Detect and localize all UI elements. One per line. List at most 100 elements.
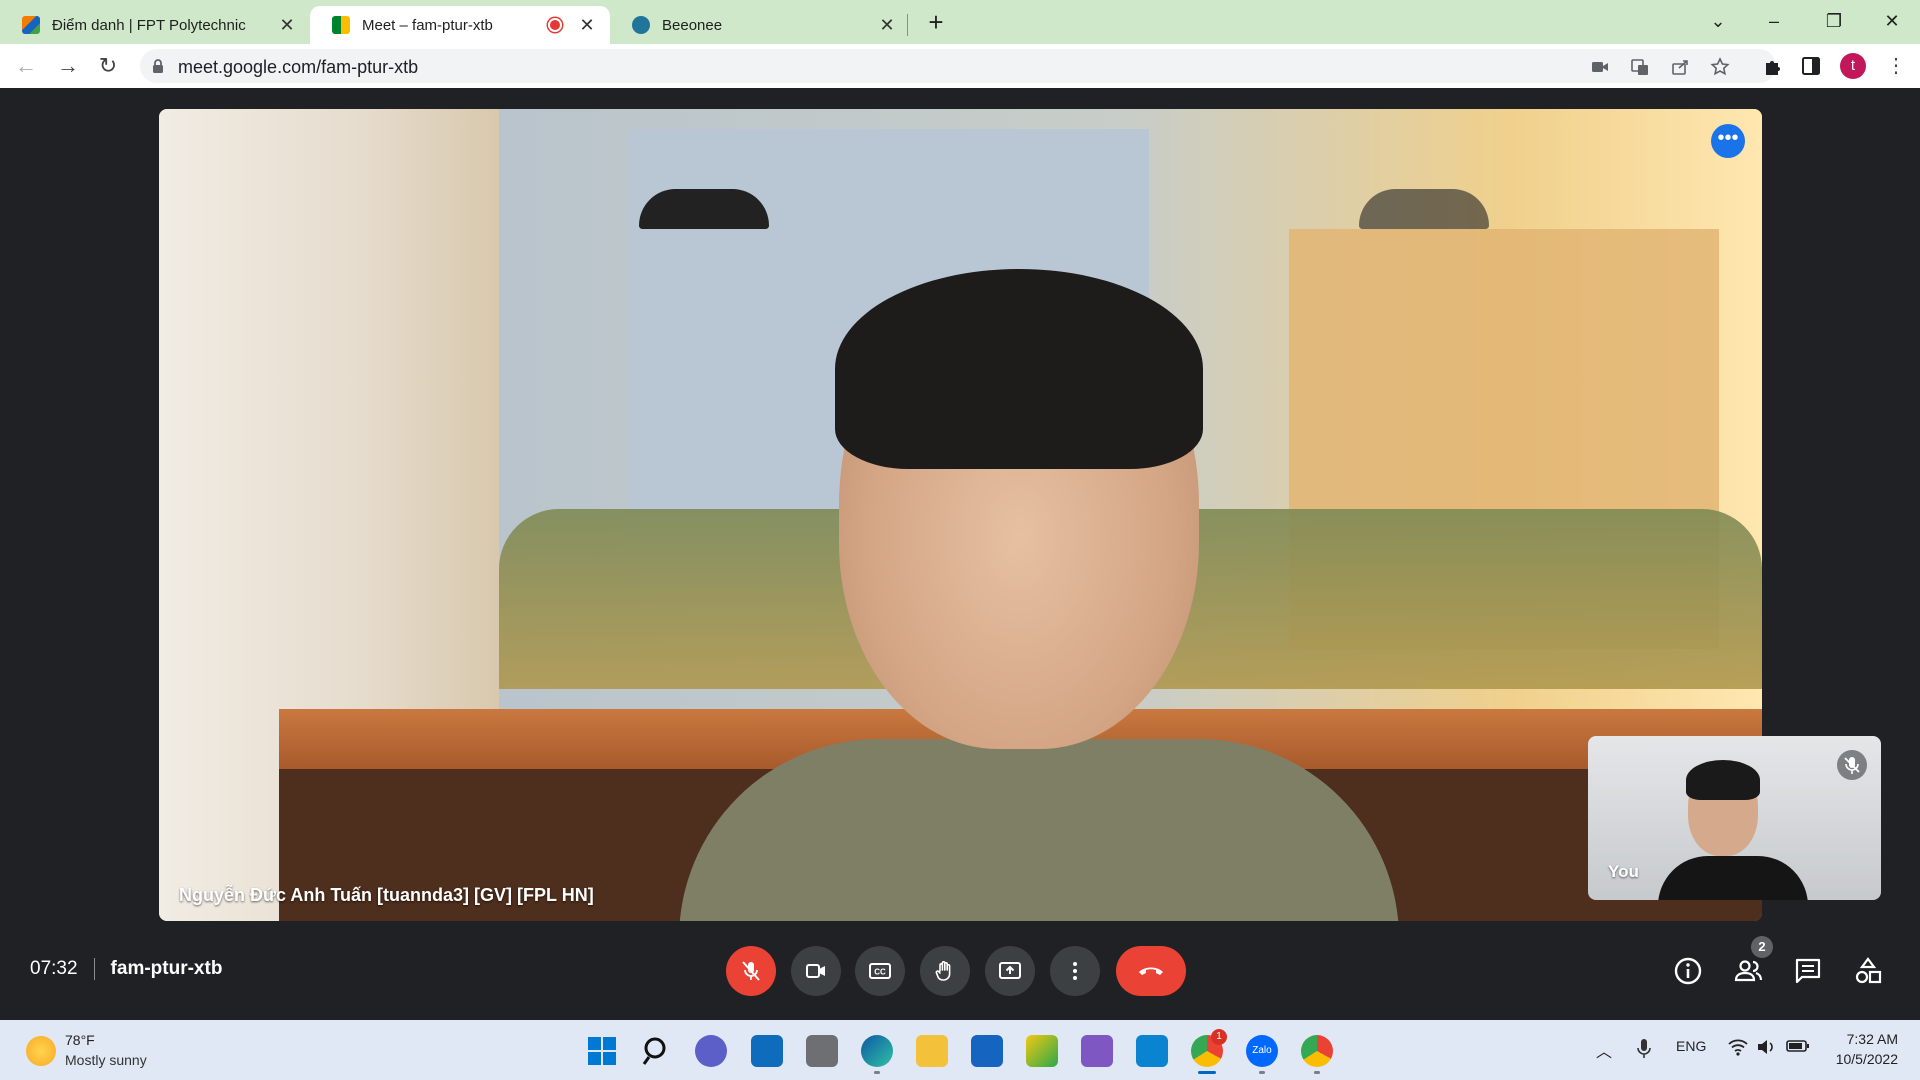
snipping-tool-icon[interactable]: [1026, 1035, 1058, 1067]
meeting-code: fam-ptur-xtb: [110, 958, 223, 979]
language-indicator[interactable]: ENG: [1676, 1038, 1706, 1054]
windows-start-icon[interactable]: [586, 1035, 618, 1067]
meet-favicon-icon: [332, 16, 350, 34]
close-icon[interactable]: ✕: [876, 14, 898, 36]
tab-meet[interactable]: Meet – fam-ptur-xtb ✕: [310, 6, 610, 44]
url-text[interactable]: meet.google.com/fam-ptur-xtb: [178, 57, 418, 78]
running-indicator: [1259, 1071, 1265, 1074]
tab-title: Điểm danh | FPT Polytechnic: [52, 16, 246, 34]
present-icon: [999, 962, 1021, 979]
zalo-icon[interactable]: Zalo: [1246, 1035, 1278, 1067]
teams-chat-icon[interactable]: [695, 1035, 727, 1067]
chrome-notification-badge: 1: [1211, 1029, 1227, 1045]
weather-temperature[interactable]: 78°F: [65, 1032, 95, 1048]
taskbar-clock-date[interactable]: 10/5/2022: [1828, 1051, 1898, 1067]
meet-stage: ••• Nguyễn Đức Anh Tuấn [tuannda3] [GV] …: [0, 88, 1920, 1020]
hand-icon: [935, 961, 951, 981]
close-icon[interactable]: ✕: [576, 14, 598, 36]
microsoft-store-icon[interactable]: [971, 1035, 1003, 1067]
tab-strip: Điểm danh | FPT Polytechnic ✕ Meet – fam…: [0, 0, 1920, 44]
divider: [93, 958, 95, 980]
minimize-button[interactable]: –: [1754, 6, 1794, 36]
taskbar-clock-time[interactable]: 7:32 AM: [1838, 1031, 1898, 1047]
closed-captions-icon: CC: [869, 963, 891, 979]
tab-separator: [907, 14, 908, 36]
self-view-tile[interactable]: You: [1588, 736, 1881, 900]
mic-off-indicator-icon: [1837, 750, 1867, 780]
participant-body: [679, 739, 1399, 921]
tile-more-options-button[interactable]: •••: [1711, 124, 1745, 158]
edge-browser-icon[interactable]: [861, 1035, 893, 1067]
battery-icon[interactable]: [1786, 1038, 1810, 1054]
volume-icon[interactable]: [1756, 1038, 1776, 1056]
share-icon[interactable]: [1670, 57, 1690, 77]
back-button[interactable]: ←: [12, 52, 40, 80]
search-icon[interactable]: [641, 1035, 673, 1067]
participant-hair: [835, 269, 1203, 469]
raise-hand-button[interactable]: [920, 946, 970, 996]
recording-indicator-icon: [548, 18, 562, 32]
microphone-tray-icon[interactable]: [1636, 1038, 1652, 1060]
running-indicator: [1314, 1071, 1320, 1074]
file-explorer-icon[interactable]: [916, 1035, 948, 1067]
close-icon[interactable]: ✕: [276, 14, 298, 36]
browser-toolbar: ← → ↻ meet.google.com/fam-ptur-xtb t ⋮: [0, 44, 1920, 88]
address-bar[interactable]: meet.google.com/fam-ptur-xtb: [140, 49, 1776, 83]
chrome-icon[interactable]: 1: [1191, 1029, 1227, 1067]
self-hair: [1686, 760, 1760, 800]
self-label: You: [1608, 862, 1639, 881]
camera-toggle-button[interactable]: [791, 946, 841, 996]
tab-title: Meet – fam-ptur-xtb: [362, 16, 493, 34]
meeting-info-icon[interactable]: [1673, 956, 1703, 986]
tab-fpt-attendance[interactable]: Điểm danh | FPT Polytechnic ✕: [0, 6, 310, 44]
captions-button[interactable]: CC: [855, 946, 905, 996]
windows-taskbar: 78°F Mostly sunny 1 Zalo ︿ ENG 7:32 AM 1…: [0, 1020, 1920, 1080]
more-vert-icon: [1073, 962, 1077, 980]
restore-button[interactable]: ❐: [1814, 6, 1854, 36]
weather-sun-icon[interactable]: [26, 1036, 56, 1066]
self-body: [1658, 856, 1808, 900]
fpt-favicon-icon: [22, 16, 40, 34]
mic-off-icon: [742, 961, 760, 981]
leave-call-button[interactable]: [1116, 946, 1186, 996]
present-screen-button[interactable]: [985, 946, 1035, 996]
profile-avatar[interactable]: t: [1840, 53, 1866, 79]
side-panel-icon[interactable]: [1800, 55, 1822, 77]
background-lamp: [639, 189, 769, 229]
active-indicator: [1198, 1071, 1216, 1074]
mail-icon[interactable]: [751, 1035, 783, 1067]
tab-beeonee[interactable]: Beeonee ✕: [610, 6, 910, 44]
tab-title: Beeonee: [662, 16, 723, 34]
browser-menu-icon[interactable]: ⋮: [1886, 53, 1906, 79]
camera-app-icon[interactable]: [806, 1035, 838, 1067]
participant-name-label: Nguyễn Đức Anh Tuấn [tuannda3] [GV] [FPL…: [179, 885, 594, 905]
tab-search-chevron-icon[interactable]: ⌄: [1698, 6, 1738, 36]
people-icon[interactable]: [1733, 956, 1763, 986]
meeting-time: 07:32: [30, 958, 78, 979]
camera-in-use-icon[interactable]: [1590, 57, 1610, 77]
chat-icon[interactable]: [1793, 956, 1823, 986]
main-video-tile[interactable]: ••• Nguyễn Đức Anh Tuấn [tuannda3] [GV] …: [159, 109, 1762, 921]
background-lamp: [1359, 189, 1489, 229]
bookmark-star-icon[interactable]: [1710, 57, 1730, 77]
chrome-profile-icon[interactable]: [1301, 1035, 1333, 1067]
tray-overflow-chevron-icon[interactable]: ︿: [1596, 1038, 1612, 1062]
more-options-button[interactable]: [1050, 946, 1100, 996]
new-tab-button[interactable]: +: [922, 9, 950, 37]
mic-toggle-button[interactable]: [726, 946, 776, 996]
hang-up-icon: [1139, 967, 1163, 975]
visual-studio-icon[interactable]: [1081, 1035, 1113, 1067]
participant-count-badge: 2: [1751, 936, 1773, 958]
reload-button[interactable]: ↻: [94, 52, 122, 80]
activities-icon[interactable]: [1853, 956, 1883, 986]
extensions-puzzle-icon[interactable]: [1762, 55, 1784, 77]
vscode-icon[interactable]: [1136, 1035, 1168, 1067]
running-indicator: [874, 1071, 880, 1074]
lock-icon[interactable]: [152, 58, 164, 74]
wifi-icon[interactable]: [1728, 1038, 1748, 1056]
translate-icon[interactable]: [1630, 57, 1650, 77]
weather-description[interactable]: Mostly sunny: [65, 1052, 147, 1068]
close-window-button[interactable]: ✕: [1872, 6, 1912, 36]
forward-button[interactable]: →: [54, 52, 82, 80]
wordpress-favicon-icon: [632, 16, 650, 34]
